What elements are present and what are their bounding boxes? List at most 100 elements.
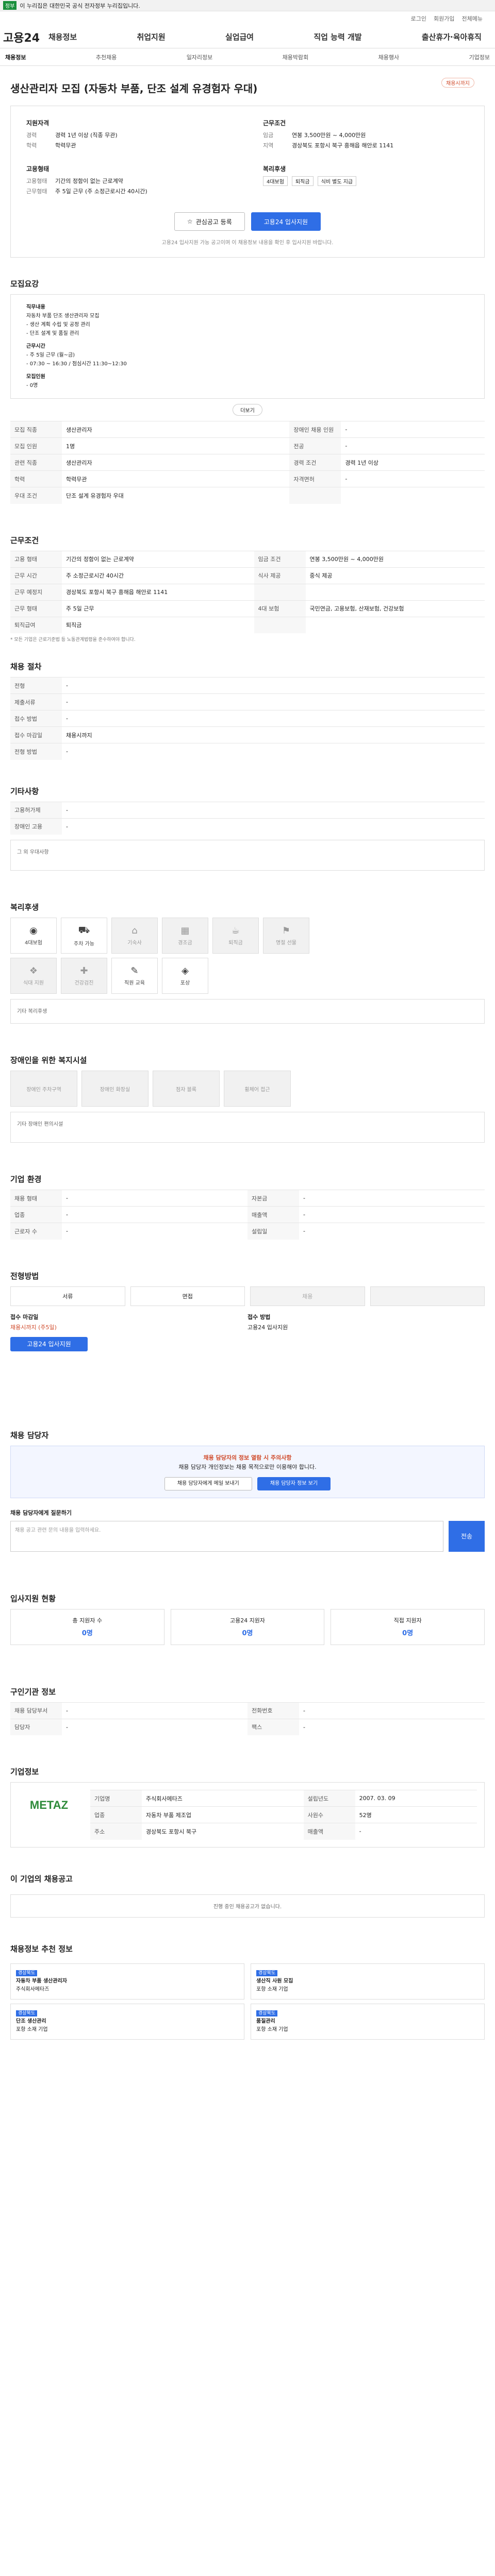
row-label: 업종 <box>10 1206 62 1223</box>
section-heading: 전형방법 <box>10 1271 39 1281</box>
section-heading: 입사지원 현황 <box>10 1594 56 1603</box>
welfare-item: ✎ 직원 교육 <box>111 958 158 994</box>
signup-link[interactable]: 회원가입 <box>434 14 454 23</box>
notice-text: 채용 담당자 개인정보는 채용 목적으로만 이용해야 합니다. <box>178 1463 317 1470</box>
row-value <box>305 583 485 600</box>
kv-key: 근무형태 <box>26 188 47 195</box>
table-row: 학력 학력무관 자격면허 - <box>10 470 485 487</box>
row-value: 주 소정근로시간 40시간 <box>62 567 254 584</box>
row-label: 주소 <box>90 1823 142 1840</box>
welfare-item: ▦ 경조금 <box>162 918 208 954</box>
welfare-icons: ◉ 4대보험 ⛟ 주차 가능 ⌂ 기숙사 ▦ 경조금 ☕ 퇴직금 ⚑ 명절 선물 ❖ 식대 지원 ✚ 건강검진… <box>10 918 320 994</box>
job-description: 직무내용 자동차 부품 단조 생산관리자 모집 - 생산 계획 수립 및 공정 관… <box>10 294 485 399</box>
job-card[interactable]: 경상북도 품질관리 포항 소재 기업 <box>251 2003 485 2040</box>
facility-label: 점자 블록 <box>176 1087 196 1093</box>
row-value: 학력무관 <box>62 470 290 487</box>
sub-item[interactable]: 채용행사 <box>378 53 399 61</box>
section-heading: 기업 환경 <box>10 1175 42 1184</box>
table-row: 주소 경상북도 포항시 북구 매출액 - <box>90 1823 477 1840</box>
send-button[interactable]: 전송 <box>449 1520 485 1552</box>
stat-card: 총 지원자 수 0명 <box>10 1608 164 1645</box>
welfare-chip: 식비 별도 지급 <box>317 176 357 186</box>
apply-button-2[interactable]: 고용24 입사지원 <box>10 1336 88 1351</box>
sub-item[interactable]: 채용정보 <box>5 53 26 61</box>
sub-item[interactable]: 추천채용 <box>96 53 117 61</box>
job-card-title: 품질관리 <box>256 2018 275 2024</box>
apply-button[interactable]: 고용24 입사지원 <box>251 212 321 231</box>
row-label: 자격면허 <box>289 470 341 487</box>
facility-label: 장애인 화장실 <box>100 1087 130 1093</box>
recommended-jobs: 경상북도 자동차 부품 생산관리자 주식회사메타즈 경상북도 생산직 사원 모집 포항 소… <box>10 1963 485 2040</box>
email-manager-button[interactable]: 채용 담당자에게 메일 보내기 <box>164 1477 252 1490</box>
all-menu-link[interactable]: 전체메뉴 <box>462 14 483 23</box>
question-textarea[interactable]: 채용 공고 관련 문의 내용을 입력하세요. <box>10 1520 443 1552</box>
save-job-button[interactable]: ☆ 관심공고 등록 <box>174 212 245 231</box>
row-value: 채용시까지 <box>62 726 485 743</box>
menu-parental[interactable]: 출산휴가·육아휴직 <box>422 31 482 42</box>
facility-item: 휠체어 접근 <box>224 1071 291 1107</box>
stat-label: 총 지원자 수 <box>72 1617 103 1624</box>
job-card[interactable]: 경상북도 자동차 부품 생산관리자 주식회사메타즈 <box>10 1963 244 1999</box>
row-label: 팩스 <box>248 1718 299 1735</box>
sub-item[interactable]: 기업정보 <box>469 53 489 61</box>
row-label: 전공 <box>289 437 341 454</box>
welfare-item: ◈ 포상 <box>162 958 208 994</box>
welfare-icon: ☕ <box>231 925 240 936</box>
row-value: 경상북도 포항시 북구 흥해읍 해안로 1141 <box>62 583 254 600</box>
row-label: 전형 방법 <box>10 743 62 760</box>
row-value: - <box>341 421 485 438</box>
welfare-icon: ▦ <box>180 925 190 936</box>
row-label: 4대 보험 <box>254 600 306 617</box>
login-link[interactable]: 로그인 <box>411 14 426 23</box>
welfare-heading: 복리후생 <box>263 165 286 173</box>
row-label: 매출액 <box>303 1823 355 1840</box>
work-cond-table: 고용 형태 기간의 정함이 없는 근로계약 임금 조건 연봉 3,500만원 ~ 4,… <box>10 550 485 633</box>
job-card[interactable]: 경상북도 단조 생산관리 포항 소재 기업 <box>10 2003 244 2040</box>
facility-label: 장애인 주차구역 <box>26 1087 61 1093</box>
row-label: 장애인 고용 <box>10 818 62 835</box>
welfare-label: 경조금 <box>178 940 192 946</box>
row-value: - <box>62 1718 248 1735</box>
row-value: 자동차 부품 제조업 <box>142 1806 304 1823</box>
company-logo: METAZ <box>29 1799 69 1811</box>
sub-item[interactable]: 일자리정보 <box>187 53 213 61</box>
deadline-badge: 채용시까지 <box>441 78 474 88</box>
agency-table: 채용 담당부서 - 전화번호 - 담당자 - 팩스 - <box>10 1702 485 1735</box>
row-value: 생산관리자 <box>62 454 290 471</box>
menu-unemployment[interactable]: 실업급여 <box>225 31 254 42</box>
save-label: 관심공고 등록 <box>195 218 232 226</box>
row-label: 장애인 채용 인원 <box>289 421 341 438</box>
welfare-label: 4대보험 <box>25 940 42 946</box>
menu-employment[interactable]: 취업지원 <box>137 31 165 42</box>
more-button[interactable]: 더보기 <box>233 404 262 416</box>
table-row: 접수 마감일 채용시까지 <box>10 726 485 743</box>
qna-heading: 채용 담당자에게 질문하기 <box>10 1509 72 1516</box>
table-row: 고용 형태 기간의 정함이 없는 근로계약 임금 조건 연봉 3,500만원 ~ 4,… <box>10 550 485 567</box>
site-logo[interactable]: 고용24 <box>3 29 48 45</box>
stat-label: 직접 지원자 <box>393 1617 422 1624</box>
job-card[interactable]: 경상북도 생산직 사원 모집 포항 소재 기업 <box>251 1963 485 1999</box>
facility-item: 점자 블록 <box>153 1071 220 1107</box>
table-row: 업종 자동차 부품 제조업 사원수 52명 <box>90 1806 477 1823</box>
welfare-icon: ◉ <box>29 925 38 936</box>
table-row: 고용허가제 - <box>10 801 485 818</box>
region-tag: 경상북도 <box>256 2010 278 2016</box>
menu-training[interactable]: 직업 능력 개발 <box>314 31 361 42</box>
menu-jobs[interactable]: 채용정보 <box>48 31 77 42</box>
row-value: 1명 <box>62 437 290 454</box>
table-row: 담당자 - 팩스 - <box>10 1718 485 1735</box>
job-card-company: 주식회사메타즈 <box>16 1986 50 1992</box>
table-row: 장애인 고용 - <box>10 818 485 835</box>
etc-table: 고용허가제 - 장애인 고용 - <box>10 801 485 835</box>
row-label <box>254 616 306 633</box>
view-manager-button[interactable]: 채용 담당자 정보 보기 <box>257 1477 331 1490</box>
row-value: - <box>299 1223 485 1240</box>
sub-item[interactable]: 채용박람회 <box>283 53 309 61</box>
star-icon: ☆ <box>187 218 193 225</box>
company-env-table: 채용 형태 - 자본금 - 업종 - 매출액 - 근로자 수 - 설립일 - <box>10 1190 485 1240</box>
welfare-icon: ⌂ <box>131 925 138 936</box>
row-label: 고용 형태 <box>10 550 62 567</box>
table-row: 모집 직종 생산관리자 장애인 채용 인원 - <box>10 421 485 438</box>
row-label: 자본금 <box>248 1190 299 1207</box>
section-heading: 채용 절차 <box>10 662 42 671</box>
